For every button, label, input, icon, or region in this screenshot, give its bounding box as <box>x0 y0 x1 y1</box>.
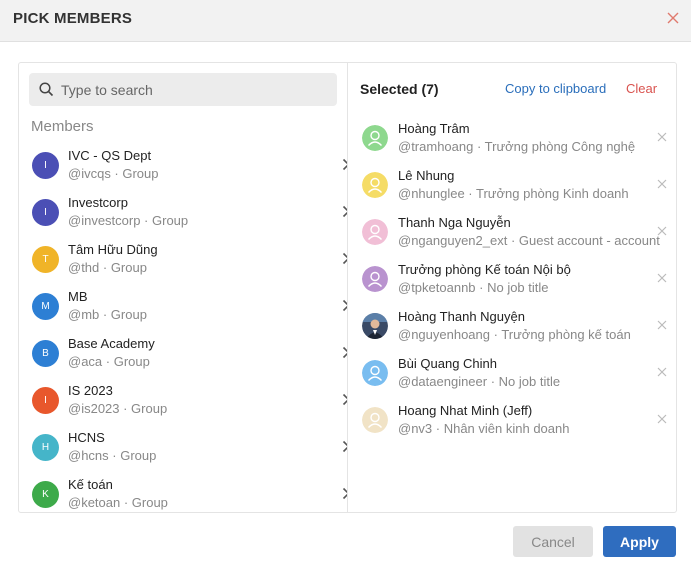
clear-link[interactable]: Clear <box>626 81 657 96</box>
apply-button[interactable]: Apply <box>603 526 676 557</box>
member-handle-title: @nguyenhoang · Trưởng phòng kế toán <box>398 327 631 342</box>
group-handle: @ketoan · Group <box>68 495 168 510</box>
selected-member-item: Lê Nhung @nhunglee · Trưởng phòng Kinh do… <box>348 162 676 209</box>
user-avatar-icon <box>362 172 388 198</box>
cancel-button[interactable]: Cancel <box>513 526 593 557</box>
group-avatar: B <box>32 340 59 367</box>
group-list-item[interactable]: K Kế toán @ketoan · Group <box>19 472 347 512</box>
member-handle-title: @tpketoannb · No job title <box>398 280 549 295</box>
group-name: IVC - QS Dept <box>68 148 152 163</box>
group-name: Base Academy <box>68 336 155 351</box>
remove-icon[interactable] <box>657 179 667 189</box>
search-icon <box>39 82 54 97</box>
member-name: Hoàng Trâm <box>398 121 470 136</box>
member-name: Hoang Nhat Minh (Jeff) <box>398 403 533 418</box>
group-list-item[interactable]: I IVC - QS Dept @ivcqs · Group <box>19 143 347 190</box>
group-avatar: M <box>32 293 59 320</box>
member-source-panel: Members I IVC - QS Dept @ivcqs · Group I Inv… <box>19 63 348 512</box>
group-avatar: I <box>32 152 59 179</box>
group-handle: @investcorp · Group <box>68 213 189 228</box>
group-name: Tâm Hữu Dũng <box>68 242 158 257</box>
user-avatar-icon <box>362 360 388 386</box>
member-handle-title: @nhunglee · Trưởng phòng Kinh doanh <box>398 186 629 201</box>
member-name: Bùi Quang Chinh <box>398 356 498 371</box>
search-input[interactable] <box>61 73 331 106</box>
close-icon[interactable] <box>666 11 680 25</box>
user-photo-avatar <box>362 313 388 339</box>
group-name: HCNS <box>68 430 105 445</box>
group-list-item[interactable]: H HCNS @hcns · Group <box>19 425 347 472</box>
user-avatar-icon <box>362 407 388 433</box>
group-name: Investcorp <box>68 195 128 210</box>
group-list-item[interactable]: I Investcorp @investcorp · Group <box>19 190 347 237</box>
user-avatar-icon <box>362 219 388 245</box>
group-avatar: H <box>32 434 59 461</box>
selected-member-item: Bùi Quang Chinh @dataengineer · No job ti… <box>348 350 676 397</box>
selected-member-item: Hoàng Thanh Nguyện @nguyenhoang · Trưởng … <box>348 303 676 350</box>
selected-panel: Selected (7) Copy to clipboard Clear Hoà… <box>348 63 676 512</box>
group-name: IS 2023 <box>68 383 113 398</box>
remove-icon[interactable] <box>657 414 667 424</box>
search-box[interactable] <box>29 73 337 106</box>
member-handle-title: @nv3 · Nhân viên kinh doanh <box>398 421 570 436</box>
remove-icon[interactable] <box>657 367 667 377</box>
selected-member-item: Trưởng phòng Kế toán Nội bộ @tpketoannb ·… <box>348 256 676 303</box>
member-name: Hoàng Thanh Nguyện <box>398 309 525 324</box>
member-name: Thanh Nga Nguyễn <box>398 215 511 230</box>
group-handle: @thd · Group <box>68 260 147 275</box>
group-list-item[interactable]: B Base Academy @aca · Group <box>19 331 347 378</box>
group-avatar: I <box>32 199 59 226</box>
user-avatar-icon <box>362 266 388 292</box>
selected-member-item: Hoang Nhat Minh (Jeff) @nv3 · Nhân viên k… <box>348 397 676 444</box>
members-section-label: Members <box>31 118 94 135</box>
group-handle: @ivcqs · Group <box>68 166 159 181</box>
selected-count-title: Selected (7) <box>360 81 439 97</box>
remove-icon[interactable] <box>657 320 667 330</box>
group-list: I IVC - QS Dept @ivcqs · Group I Investcorp @… <box>19 143 347 512</box>
picker-body: Members I IVC - QS Dept @ivcqs · Group I Inv… <box>18 62 677 513</box>
group-handle: @hcns · Group <box>68 448 157 463</box>
group-list-item[interactable]: M MB @mb · Group <box>19 284 347 331</box>
group-avatar: T <box>32 246 59 273</box>
member-handle-title: @tramhoang · Trưởng phòng Công nghệ <box>398 139 636 154</box>
group-name: MB <box>68 289 88 304</box>
member-name: Trưởng phòng Kế toán Nội bộ <box>398 262 571 277</box>
group-handle: @is2023 · Group <box>68 401 168 416</box>
pick-members-dialog: PICK MEMBERS Members I IVC - QS Dept @ivcq… <box>0 0 691 575</box>
group-list-item[interactable]: I IS 2023 @is2023 · Group <box>19 378 347 425</box>
group-avatar: I <box>32 387 59 414</box>
group-list-item[interactable]: T Tâm Hữu Dũng @thd · Group <box>19 237 347 284</box>
selected-member-item: Hoàng Trâm @tramhoang · Trưởng phòng Công… <box>348 115 676 162</box>
group-handle: @aca · Group <box>68 354 150 369</box>
remove-icon[interactable] <box>657 132 667 142</box>
member-handle-title: @dataengineer · No job title <box>398 374 561 389</box>
dialog-header: PICK MEMBERS <box>0 0 691 42</box>
remove-icon[interactable] <box>657 226 667 236</box>
dialog-title: PICK MEMBERS <box>13 10 133 27</box>
group-handle: @mb · Group <box>68 307 147 322</box>
remove-icon[interactable] <box>657 273 667 283</box>
member-name: Lê Nhung <box>398 168 455 183</box>
selected-member-item: Thanh Nga Nguyễn @nganguyen2_ext · Guest … <box>348 209 676 256</box>
member-handle-title: @nganguyen2_ext · Guest account - accoun… <box>398 233 660 248</box>
copy-to-clipboard-link[interactable]: Copy to clipboard <box>505 81 606 96</box>
user-avatar-icon <box>362 125 388 151</box>
group-avatar: K <box>32 481 59 508</box>
selected-list: Hoàng Trâm @tramhoang · Trưởng phòng Công… <box>348 115 676 444</box>
group-name: Kế toán <box>68 477 113 492</box>
